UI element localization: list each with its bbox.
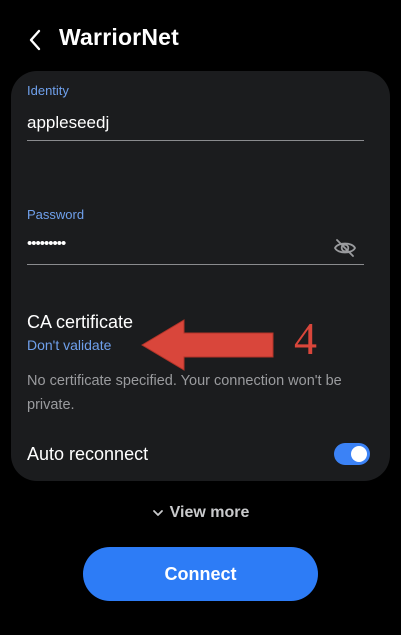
connect-button[interactable]: Connect: [83, 547, 318, 601]
identity-field[interactable]: appleseedj: [27, 113, 109, 133]
ca-certificate-dropdown[interactable]: Don't validate: [27, 337, 111, 353]
page-title: WarriorNet: [59, 24, 179, 50]
app-header: WarriorNet: [0, 0, 401, 70]
ca-certificate-note: No certificate specified. Your connectio…: [27, 373, 342, 413]
view-more-label: View more: [169, 504, 250, 521]
view-more-button[interactable]: View more: [0, 502, 401, 524]
annotation-arrow-icon: [141, 319, 274, 371]
back-button[interactable]: [22, 26, 48, 54]
toggle-knob: [351, 446, 367, 462]
identity-label: Identity: [27, 83, 69, 98]
toggle-password-visibility-button[interactable]: [333, 238, 357, 258]
annotation-number: 4: [294, 313, 317, 364]
password-field[interactable]: •••••••••: [27, 235, 66, 252]
ca-certificate-title: CA certificate: [27, 312, 134, 332]
chevron-left-icon: [29, 29, 41, 51]
password-underline: [27, 264, 364, 265]
password-label: Password: [27, 207, 85, 222]
connect-button-label: Connect: [164, 563, 237, 584]
auto-reconnect-toggle[interactable]: [334, 443, 370, 465]
identity-underline: [27, 140, 364, 141]
auto-reconnect-label: Auto reconnect: [27, 444, 149, 464]
eye-off-icon: [333, 239, 357, 257]
chevron-down-icon: [152, 510, 163, 516]
network-settings-card: Identity appleseedj Password ••••••••• C…: [11, 71, 390, 481]
